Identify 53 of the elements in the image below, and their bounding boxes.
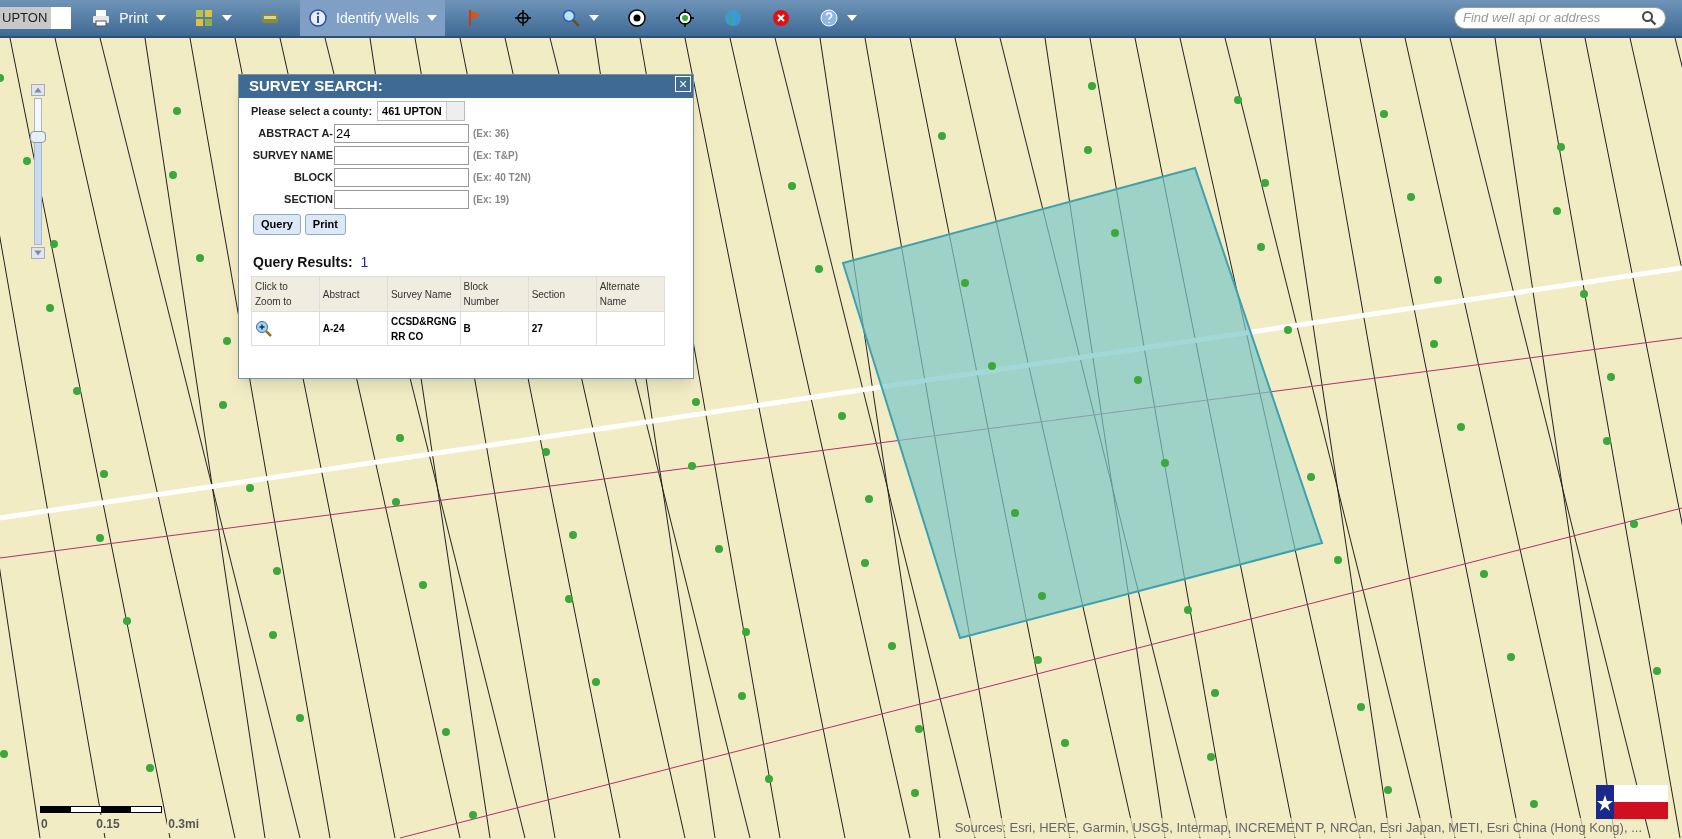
close-icon bbox=[771, 8, 792, 28]
text-field[interactable]: 24 bbox=[334, 124, 469, 143]
help-icon bbox=[819, 8, 840, 28]
scale-label: 0.15 bbox=[95, 815, 121, 833]
close-button[interactable]: × bbox=[675, 75, 691, 92]
county-select[interactable]: 461 UPTON bbox=[377, 101, 465, 121]
column-header: Abstract bbox=[319, 276, 388, 312]
zoom-to-icon[interactable] bbox=[255, 319, 273, 338]
field-hint: (Ex: 40 T2N) bbox=[473, 171, 531, 185]
field-label: ABSTRACT A- bbox=[257, 126, 333, 142]
search-icon bbox=[1641, 10, 1657, 26]
text-field[interactable] bbox=[334, 168, 469, 187]
magnifier-icon bbox=[561, 8, 582, 28]
column-header: Alternate Name bbox=[596, 276, 665, 312]
crosshair-icon bbox=[513, 8, 534, 28]
results-label: Query Results: bbox=[253, 253, 353, 272]
field-hint: (Ex: T&P) bbox=[473, 149, 518, 163]
locate-icon bbox=[675, 8, 696, 28]
county-value: UPTON bbox=[2, 9, 49, 28]
info-icon bbox=[308, 8, 329, 28]
results-count: 1 bbox=[360, 253, 369, 272]
zoom-out-arrow-icon[interactable] bbox=[31, 247, 45, 259]
zoom-slider[interactable] bbox=[30, 84, 46, 259]
text-field[interactable] bbox=[334, 146, 469, 165]
dialog-title: SURVEY SEARCH: bbox=[249, 76, 383, 97]
column-header: Block Number bbox=[460, 276, 529, 312]
table-cell: A-24 bbox=[319, 311, 388, 346]
target-icon bbox=[627, 8, 648, 28]
county-field[interactable]: UPTON bbox=[0, 7, 72, 29]
column-header: Click to Zoom to bbox=[251, 276, 320, 312]
text-field[interactable] bbox=[334, 190, 469, 209]
table-cell: B bbox=[460, 311, 529, 346]
globe-icon bbox=[723, 8, 744, 28]
county-label: Please select a county: bbox=[251, 103, 373, 119]
zoom-in-arrow-icon[interactable] bbox=[31, 84, 45, 96]
field-hint: (Ex: 36) bbox=[473, 127, 510, 141]
field-label: BLOCK bbox=[292, 170, 333, 186]
search-field[interactable]: Find well api or address bbox=[1454, 7, 1666, 29]
dialog-button[interactable]: Query bbox=[253, 214, 301, 235]
field-label: SURVEY NAME bbox=[251, 148, 333, 164]
slider-thumb[interactable] bbox=[30, 130, 46, 143]
column-header: Survey Name bbox=[387, 276, 460, 312]
grid-icon bbox=[194, 8, 215, 28]
logo-icon bbox=[1596, 785, 1668, 819]
dialog-button[interactable]: Print bbox=[304, 214, 346, 235]
county-select-value: 461 UPTON bbox=[381, 103, 443, 119]
field-hint: (Ex: 19) bbox=[473, 193, 510, 207]
table-cell: 27 bbox=[528, 311, 597, 346]
toolbar-button[interactable]: Print bbox=[83, 0, 175, 36]
table-cell: CCSD&RGNG RR CO bbox=[387, 311, 460, 346]
field-label: SECTION bbox=[283, 192, 333, 208]
printer-icon bbox=[91, 8, 112, 28]
column-header: Section bbox=[528, 276, 597, 312]
